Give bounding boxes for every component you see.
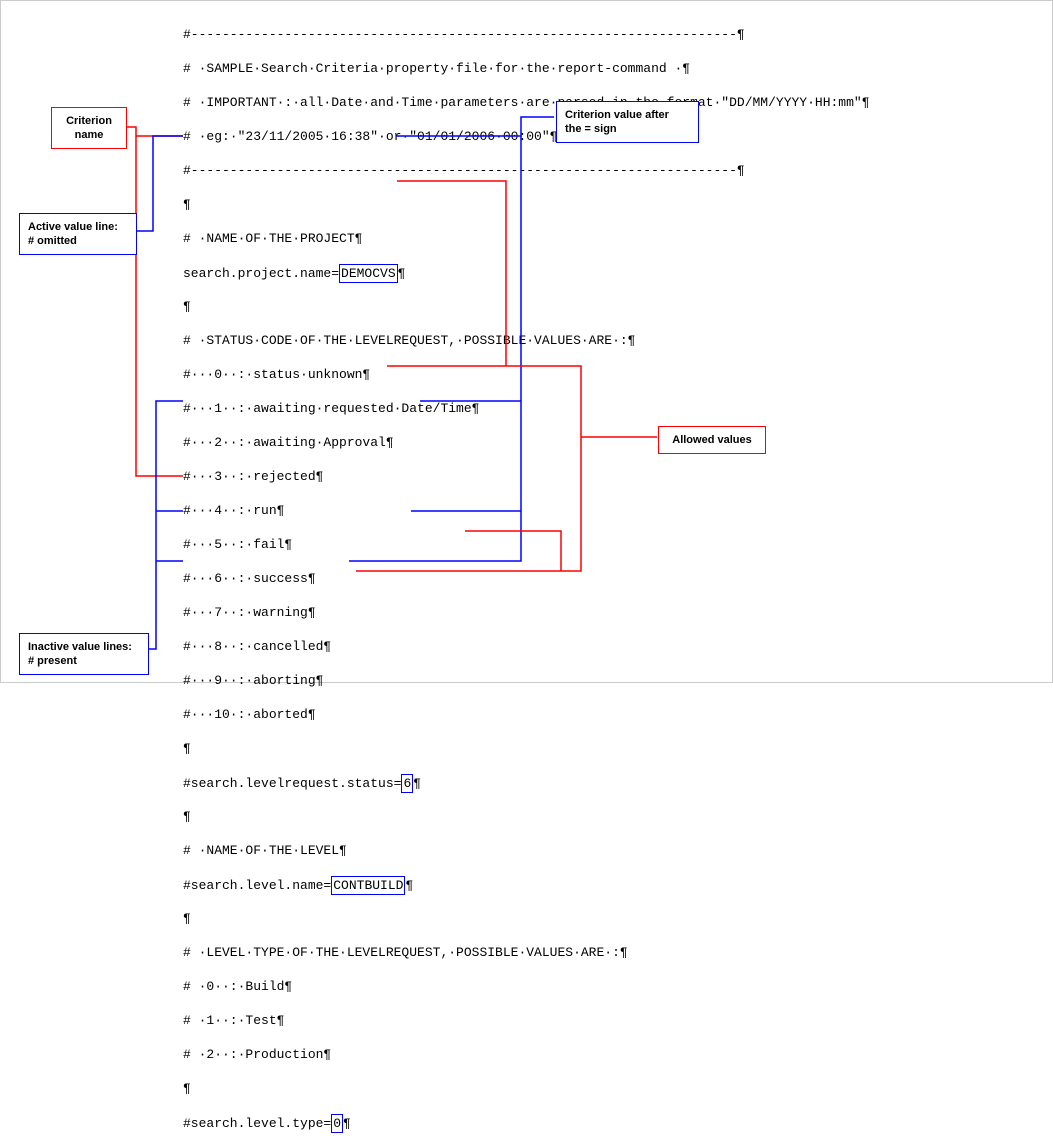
code-line: #···8··:·cancelled¶ bbox=[183, 638, 870, 655]
code-line: #···9··:·aborting¶ bbox=[183, 672, 870, 689]
callout-text: Allowed values bbox=[672, 434, 751, 446]
prop-key: #search.level.name= bbox=[183, 878, 331, 893]
eol: ¶ bbox=[398, 266, 406, 281]
code-line: # ·STATUS·CODE·OF·THE·LEVELREQUEST,·POSS… bbox=[183, 332, 870, 349]
prop-value-democvs: DEMOCVS bbox=[339, 264, 398, 283]
code-line-project: search.project.name=DEMOCVS¶ bbox=[183, 264, 870, 281]
code-line: # ·0··:·Build¶ bbox=[183, 978, 870, 995]
code-line: #···5··:·fail¶ bbox=[183, 536, 870, 553]
eol: ¶ bbox=[413, 776, 421, 791]
prop-key: #search.levelrequest.status= bbox=[183, 776, 401, 791]
code-line: #···1··:·awaiting·requested·Date/Time¶ bbox=[183, 400, 870, 417]
eol: ¶ bbox=[405, 878, 413, 893]
callout-text: Criterionname bbox=[66, 115, 112, 141]
code-line: #---------------------------------------… bbox=[183, 26, 870, 43]
prop-value-0: 0 bbox=[331, 1114, 343, 1133]
code-line: # ·SAMPLE·Search·Criteria·property·file·… bbox=[183, 60, 870, 77]
callout-criterion-name: Criterionname bbox=[51, 107, 127, 149]
callout-text: Active value line:# omitted bbox=[28, 221, 118, 247]
property-file-content: #---------------------------------------… bbox=[183, 9, 870, 1148]
code-line: # ·IMPORTANT·:·all·Date·and·Time·paramet… bbox=[183, 94, 870, 111]
callout-allowed-values: Allowed values bbox=[658, 426, 766, 454]
callout-text: Criterion value afterthe = sign bbox=[565, 109, 669, 135]
code-line: # ·1··:·Test¶ bbox=[183, 1012, 870, 1029]
code-line: #···6··:·success¶ bbox=[183, 570, 870, 587]
code-line: ¶ bbox=[183, 740, 870, 757]
code-line: #···7··:·warning¶ bbox=[183, 604, 870, 621]
code-line: ¶ bbox=[183, 1080, 870, 1097]
prop-key: #search.level.type= bbox=[183, 1116, 331, 1131]
code-line: ¶ bbox=[183, 298, 870, 315]
prop-value-6: 6 bbox=[401, 774, 413, 793]
code-line: #···4··:·run¶ bbox=[183, 502, 870, 519]
code-line: ¶ bbox=[183, 910, 870, 927]
callout-active-value: Active value line:# omitted bbox=[19, 213, 137, 255]
code-line: #···0··:·status·unknown¶ bbox=[183, 366, 870, 383]
code-line-levelname: #search.level.name=CONTBUILD¶ bbox=[183, 876, 870, 893]
code-line-leveltype: #search.level.type=0¶ bbox=[183, 1114, 870, 1131]
code-line: # ·LEVEL·TYPE·OF·THE·LEVELREQUEST,·POSSI… bbox=[183, 944, 870, 961]
code-line: # ·2··:·Production¶ bbox=[183, 1046, 870, 1063]
code-line-status: #search.levelrequest.status=6¶ bbox=[183, 774, 870, 791]
code-line: ¶ bbox=[183, 196, 870, 213]
code-line: # ·NAME·OF·THE·LEVEL¶ bbox=[183, 842, 870, 859]
eol: ¶ bbox=[343, 1116, 351, 1131]
callout-criterion-value: Criterion value afterthe = sign bbox=[556, 101, 699, 143]
code-line: #···3··:·rejected¶ bbox=[183, 468, 870, 485]
code-line: # ·eg:·"23/11/2005·16:38"·or·"01/01/2006… bbox=[183, 128, 870, 145]
prop-key: search.project.name= bbox=[183, 266, 339, 281]
callout-inactive-value: Inactive value lines:# present bbox=[19, 633, 149, 675]
prop-value-contbuild: CONTBUILD bbox=[331, 876, 405, 895]
code-line: # ·NAME·OF·THE·PROJECT¶ bbox=[183, 230, 870, 247]
code-line: #···10·:·aborted¶ bbox=[183, 706, 870, 723]
code-line: #···2··:·awaiting·Approval¶ bbox=[183, 434, 870, 451]
code-line: ¶ bbox=[183, 808, 870, 825]
code-line: #---------------------------------------… bbox=[183, 162, 870, 179]
callout-text: Inactive value lines:# present bbox=[28, 641, 132, 667]
